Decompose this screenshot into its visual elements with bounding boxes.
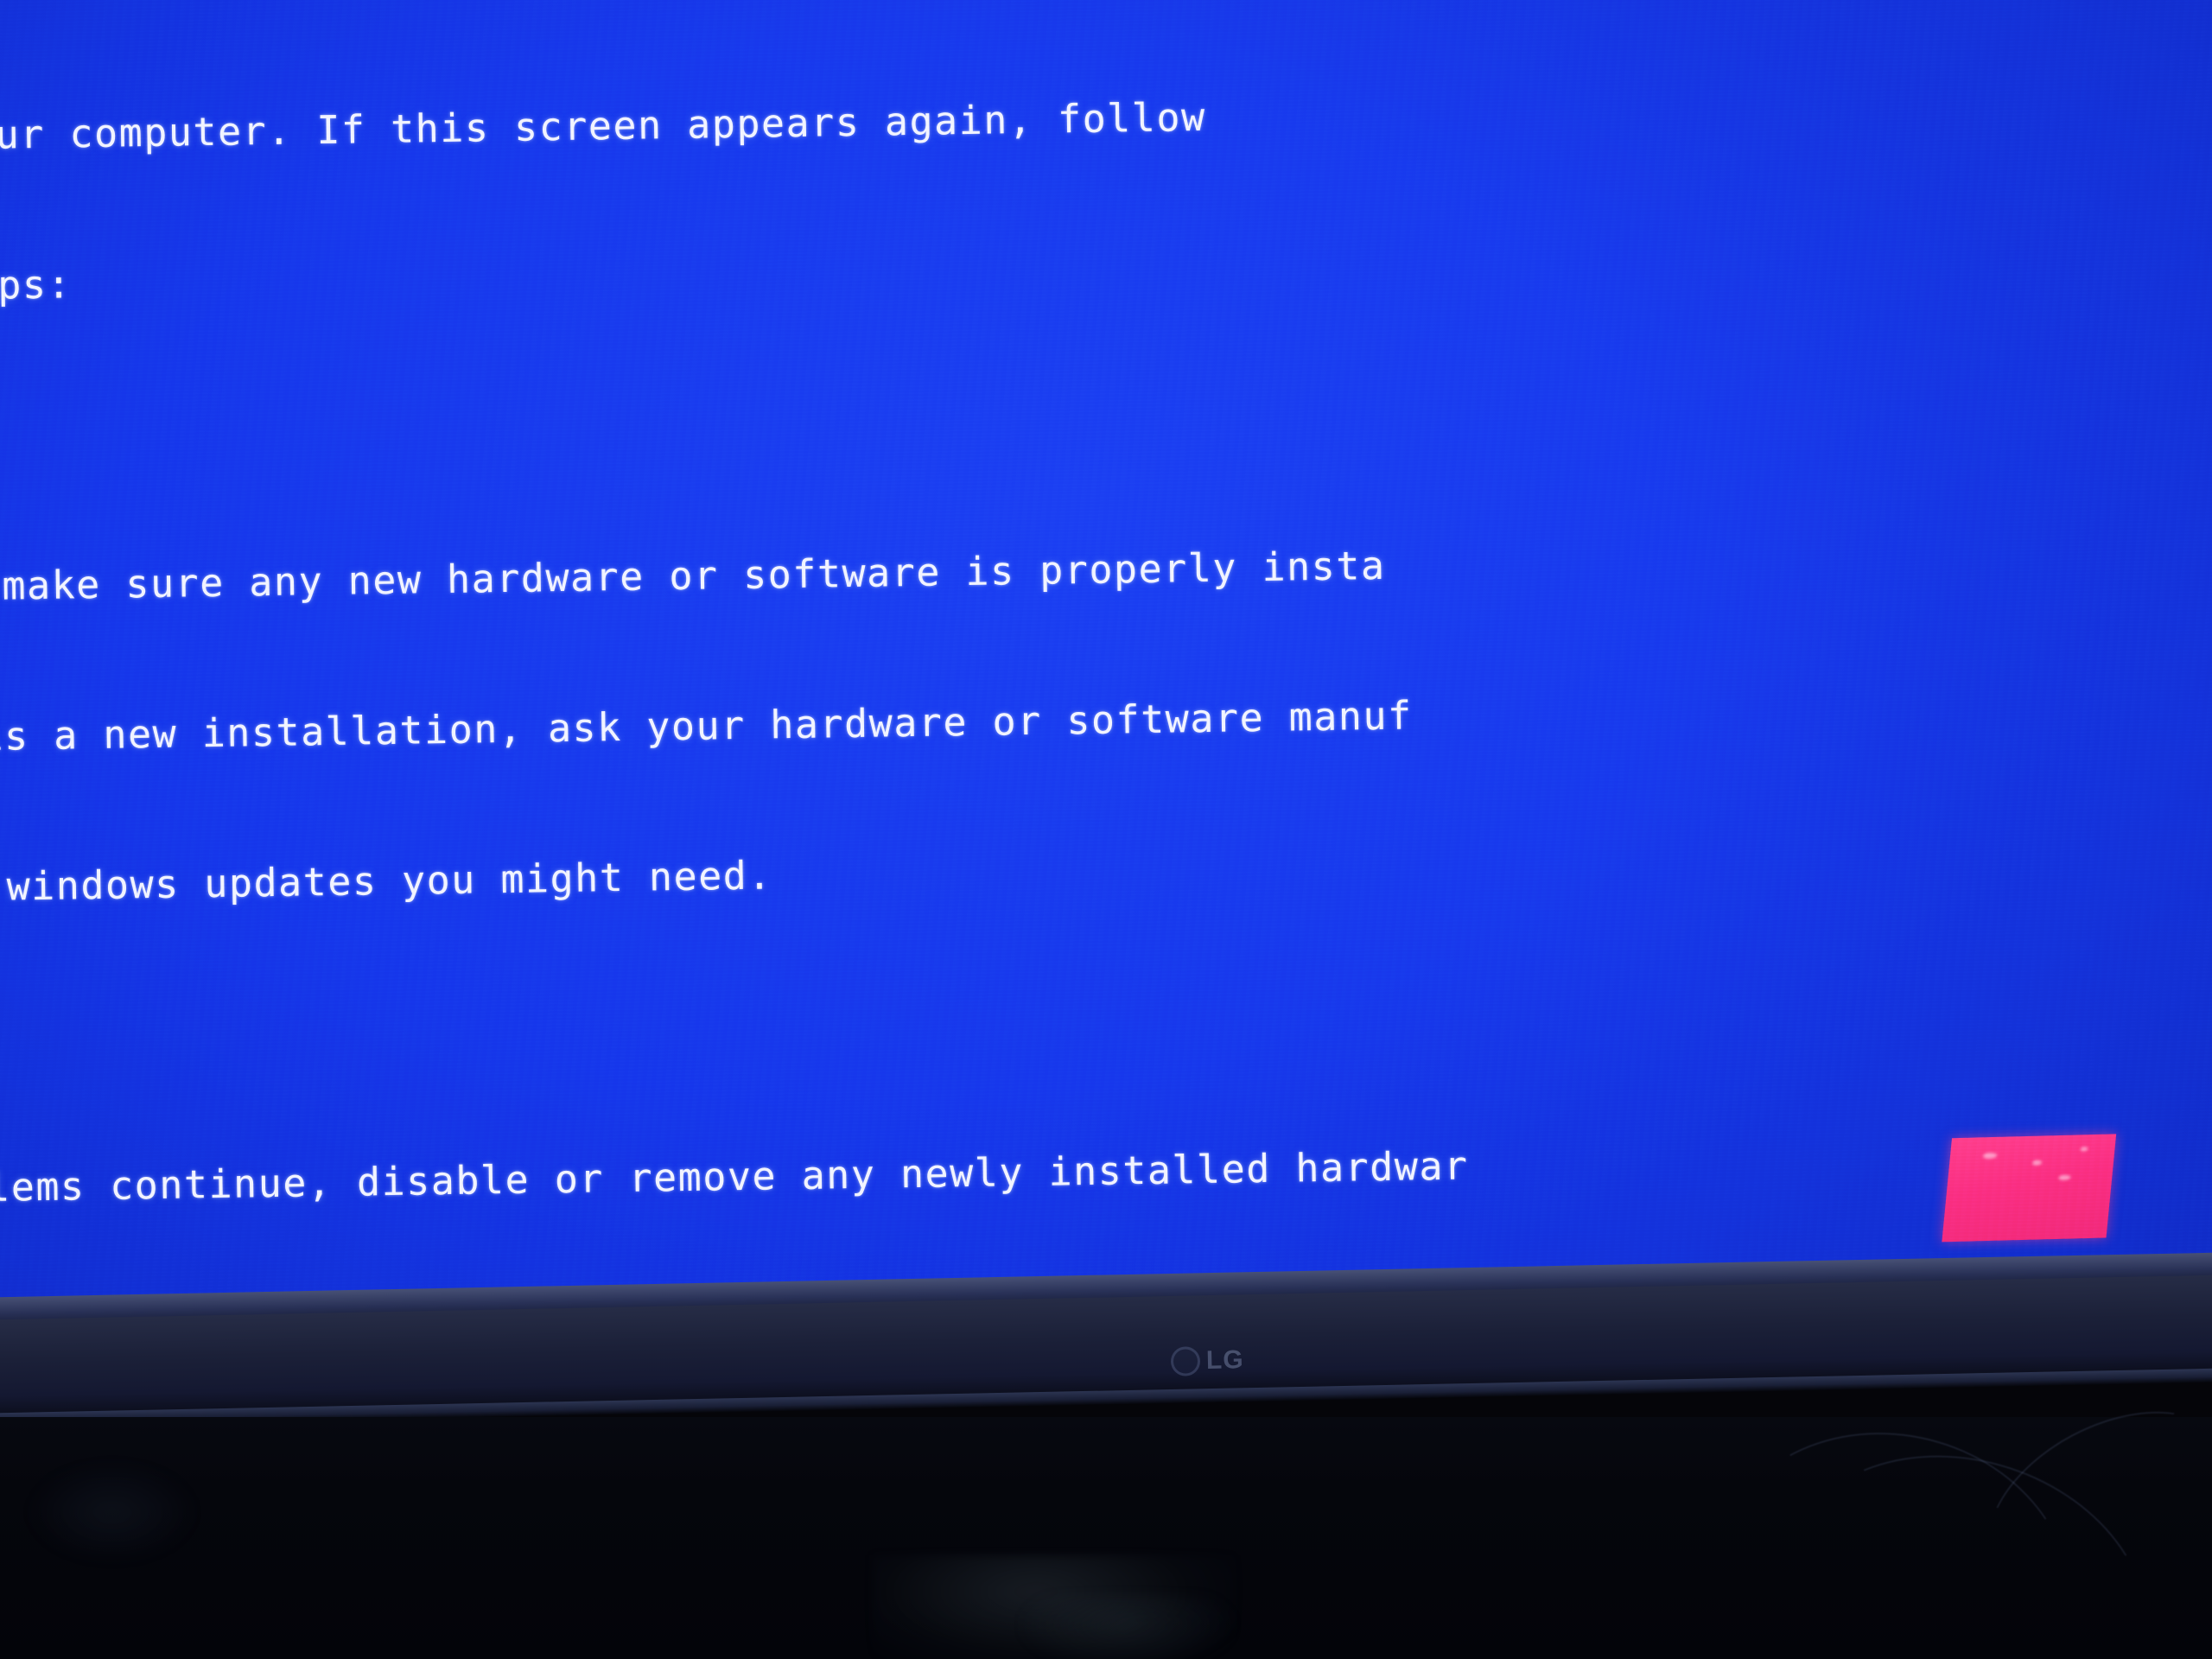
- bsod-text-block: your computer. If this screen appears ag…: [0, 0, 2212, 1348]
- bsod-line: ny windows updates you might need.: [0, 852, 773, 911]
- desk-object-blur: [1020, 1594, 1236, 1659]
- bsod-line: oblems continue, disable or remove any n…: [0, 1142, 1469, 1211]
- bsod-line: steps:: [0, 261, 73, 309]
- bsod-line: s is a new installation, ask your hardwa…: [0, 692, 1413, 760]
- bsod-line: your computer. If this screen appears ag…: [0, 93, 1206, 159]
- desk-ambient-glow: [26, 1460, 199, 1564]
- bsod-line: to make sure any new hardware or softwar…: [0, 542, 1386, 610]
- magenta-glitch-block: [1942, 1134, 2117, 1243]
- lg-circle-icon: [1170, 1346, 1201, 1376]
- monitor-photo: your computer. If this screen appears ag…: [0, 0, 2212, 1659]
- lg-brand-logo: LG: [1170, 1345, 1244, 1376]
- bsod-blank-line: [0, 373, 2212, 461]
- lg-logo-text: LG: [1205, 1345, 1244, 1376]
- monitor-screen: your computer. If this screen appears ag…: [0, 0, 2212, 1348]
- bsod-blank-line: [0, 975, 2212, 1063]
